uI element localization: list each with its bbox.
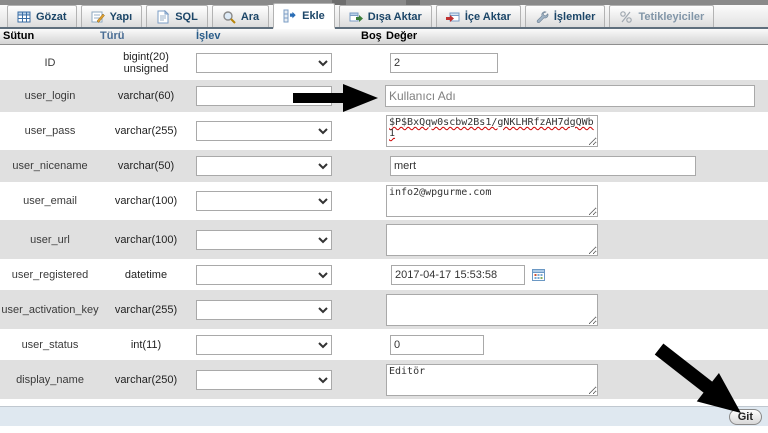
insert-table-header: Sütun Türü İşlev Boş Değer <box>0 29 768 45</box>
browse-table-icon <box>17 11 31 22</box>
sql-page-icon <box>157 9 170 23</box>
function-select-user-url[interactable] <box>196 229 332 250</box>
column-name: user_registered <box>11 268 89 281</box>
structure-icon <box>91 11 105 23</box>
operations-wrench-icon <box>536 10 549 23</box>
value-input-user-nicename[interactable] <box>390 156 696 176</box>
value-textarea-user-activation-key[interactable] <box>386 293 598 326</box>
row-user-login: user_login varchar(60) <box>0 80 768 112</box>
value-input-user-login[interactable] <box>385 85 755 107</box>
row-user-email: user_email varchar(100) <box>0 182 768 220</box>
form-footer-bar: Git <box>0 406 768 426</box>
value-input-id[interactable] <box>390 52 498 73</box>
tab-label: Ekle <box>302 9 325 22</box>
row-user-pass: user_pass varchar(255) <box>0 112 768 150</box>
tab-label: Gözat <box>36 10 67 23</box>
phpmyadmin-insert-page: Gözat Yapı SQL Ara Ekle Dışa Aktar İçe A… <box>0 0 768 433</box>
tab-browse[interactable]: Gözat <box>7 5 77 27</box>
import-icon <box>445 12 460 22</box>
header-function[interactable]: İşlev <box>196 30 220 42</box>
column-name: user_status <box>21 338 79 351</box>
column-type: varchar(100) <box>114 233 178 246</box>
column-type: varchar(50) <box>117 160 175 172</box>
column-type: datetime <box>124 268 168 281</box>
tab-triggers[interactable]: Tetikleyiciler <box>609 5 715 27</box>
tab-label: Tetikleyiciler <box>638 10 705 23</box>
function-select-id[interactable] <box>196 52 332 73</box>
column-type: varchar(255) <box>114 303 178 316</box>
tab-operations[interactable]: İşlemler <box>524 5 606 27</box>
column-name: user_email <box>23 195 77 207</box>
column-name: ID <box>44 56 56 69</box>
column-name: user_pass <box>24 125 76 137</box>
tab-label: İşlemler <box>553 10 596 23</box>
header-value: Değer <box>386 30 418 42</box>
column-type: varchar(60) <box>117 90 175 102</box>
value-textarea-user-email[interactable] <box>386 185 598 217</box>
value-textarea-user-url[interactable] <box>386 223 598 256</box>
row-user-activation-key: user_activation_key varchar(255) <box>0 290 768 329</box>
function-select-user-pass[interactable] <box>196 121 332 141</box>
tab-label: İçe Aktar <box>464 10 511 23</box>
tab-structure[interactable]: Yapı <box>80 5 143 27</box>
triggers-icon <box>620 10 633 23</box>
tab-search[interactable]: Ara <box>211 5 270 27</box>
callout-arrow-user-login <box>293 84 378 112</box>
search-icon <box>223 10 236 24</box>
header-type[interactable]: Türü <box>100 30 124 42</box>
function-select-user-registered[interactable] <box>196 264 332 285</box>
function-select-user-status[interactable] <box>196 334 332 355</box>
tab-label: Dışa Aktar <box>367 10 422 23</box>
column-name: user_url <box>30 233 70 246</box>
column-name: user_activation_key <box>1 303 99 316</box>
calendar-icon[interactable] <box>532 268 545 281</box>
function-select-user-nicename[interactable] <box>196 156 332 176</box>
tab-sql[interactable]: SQL <box>146 5 208 27</box>
value-input-user-registered[interactable] <box>391 264 525 285</box>
row-user-nicename: user_nicename varchar(50) <box>0 150 768 182</box>
insert-form-rows: ID bigint(20) unsigned user_login varcha… <box>0 45 768 399</box>
column-type: varchar(255) <box>114 125 178 137</box>
header-column: Sütun <box>3 30 35 42</box>
export-icon <box>349 12 363 22</box>
function-select-user-activation-key[interactable] <box>196 299 332 320</box>
tab-import[interactable]: İçe Aktar <box>435 5 521 27</box>
row-user-url: user_url varchar(100) <box>0 220 768 259</box>
tab-label: Ara <box>240 10 260 23</box>
insert-row-icon <box>283 9 296 22</box>
function-select-display-name[interactable] <box>196 369 332 390</box>
column-name: user_nicename <box>12 160 88 172</box>
tab-bar: Gözat Yapı SQL Ara Ekle Dışa Aktar İçe A… <box>0 3 768 29</box>
function-select-user-email[interactable] <box>196 191 332 211</box>
tab-insert[interactable]: Ekle <box>273 3 335 29</box>
column-type: int(11) <box>130 338 162 351</box>
column-type: varchar(100) <box>114 195 178 207</box>
column-type: varchar(250) <box>114 373 178 386</box>
value-input-user-status[interactable] <box>390 334 484 355</box>
column-name: display_name <box>16 373 84 386</box>
column-type: bigint(20) unsigned <box>123 50 169 75</box>
value-textarea-user-pass[interactable] <box>386 115 598 147</box>
value-textarea-display-name[interactable] <box>386 363 598 396</box>
column-name: user_login <box>24 90 76 102</box>
row-user-registered: user_registered datetime <box>0 259 768 290</box>
row-id: ID bigint(20) unsigned <box>0 45 768 80</box>
tab-label: SQL <box>175 10 198 23</box>
tab-label: Yapı <box>109 10 133 23</box>
header-null: Boş <box>361 30 382 42</box>
tab-export[interactable]: Dışa Aktar <box>338 5 432 27</box>
